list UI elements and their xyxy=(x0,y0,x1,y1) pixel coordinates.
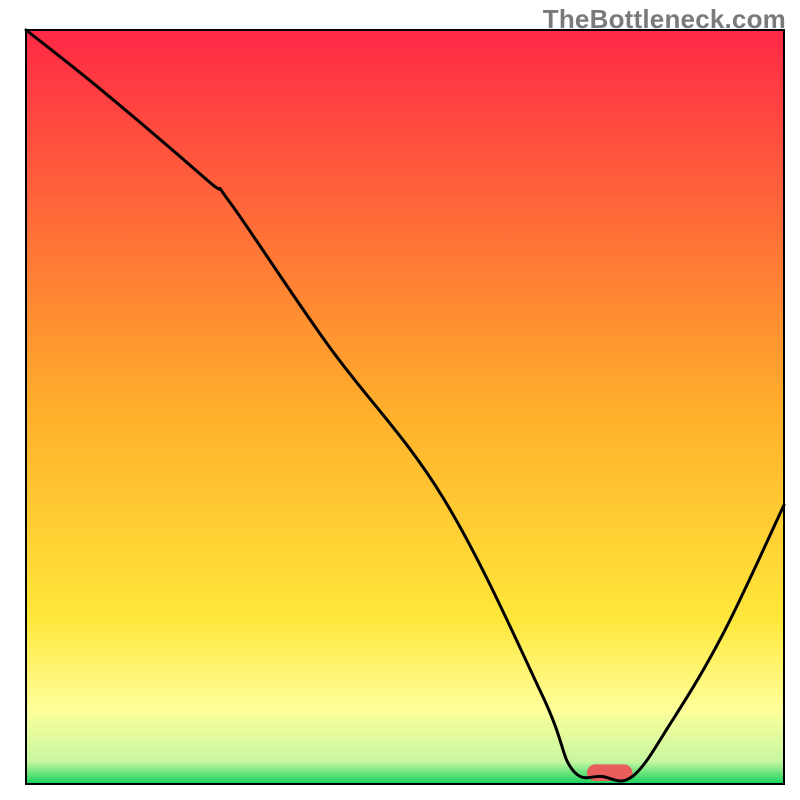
chart-wrapper: TheBottleneck.com xyxy=(0,0,800,800)
bottleneck-chart xyxy=(0,0,800,800)
watermark-text: TheBottleneck.com xyxy=(543,4,786,35)
chart-background xyxy=(26,30,784,784)
